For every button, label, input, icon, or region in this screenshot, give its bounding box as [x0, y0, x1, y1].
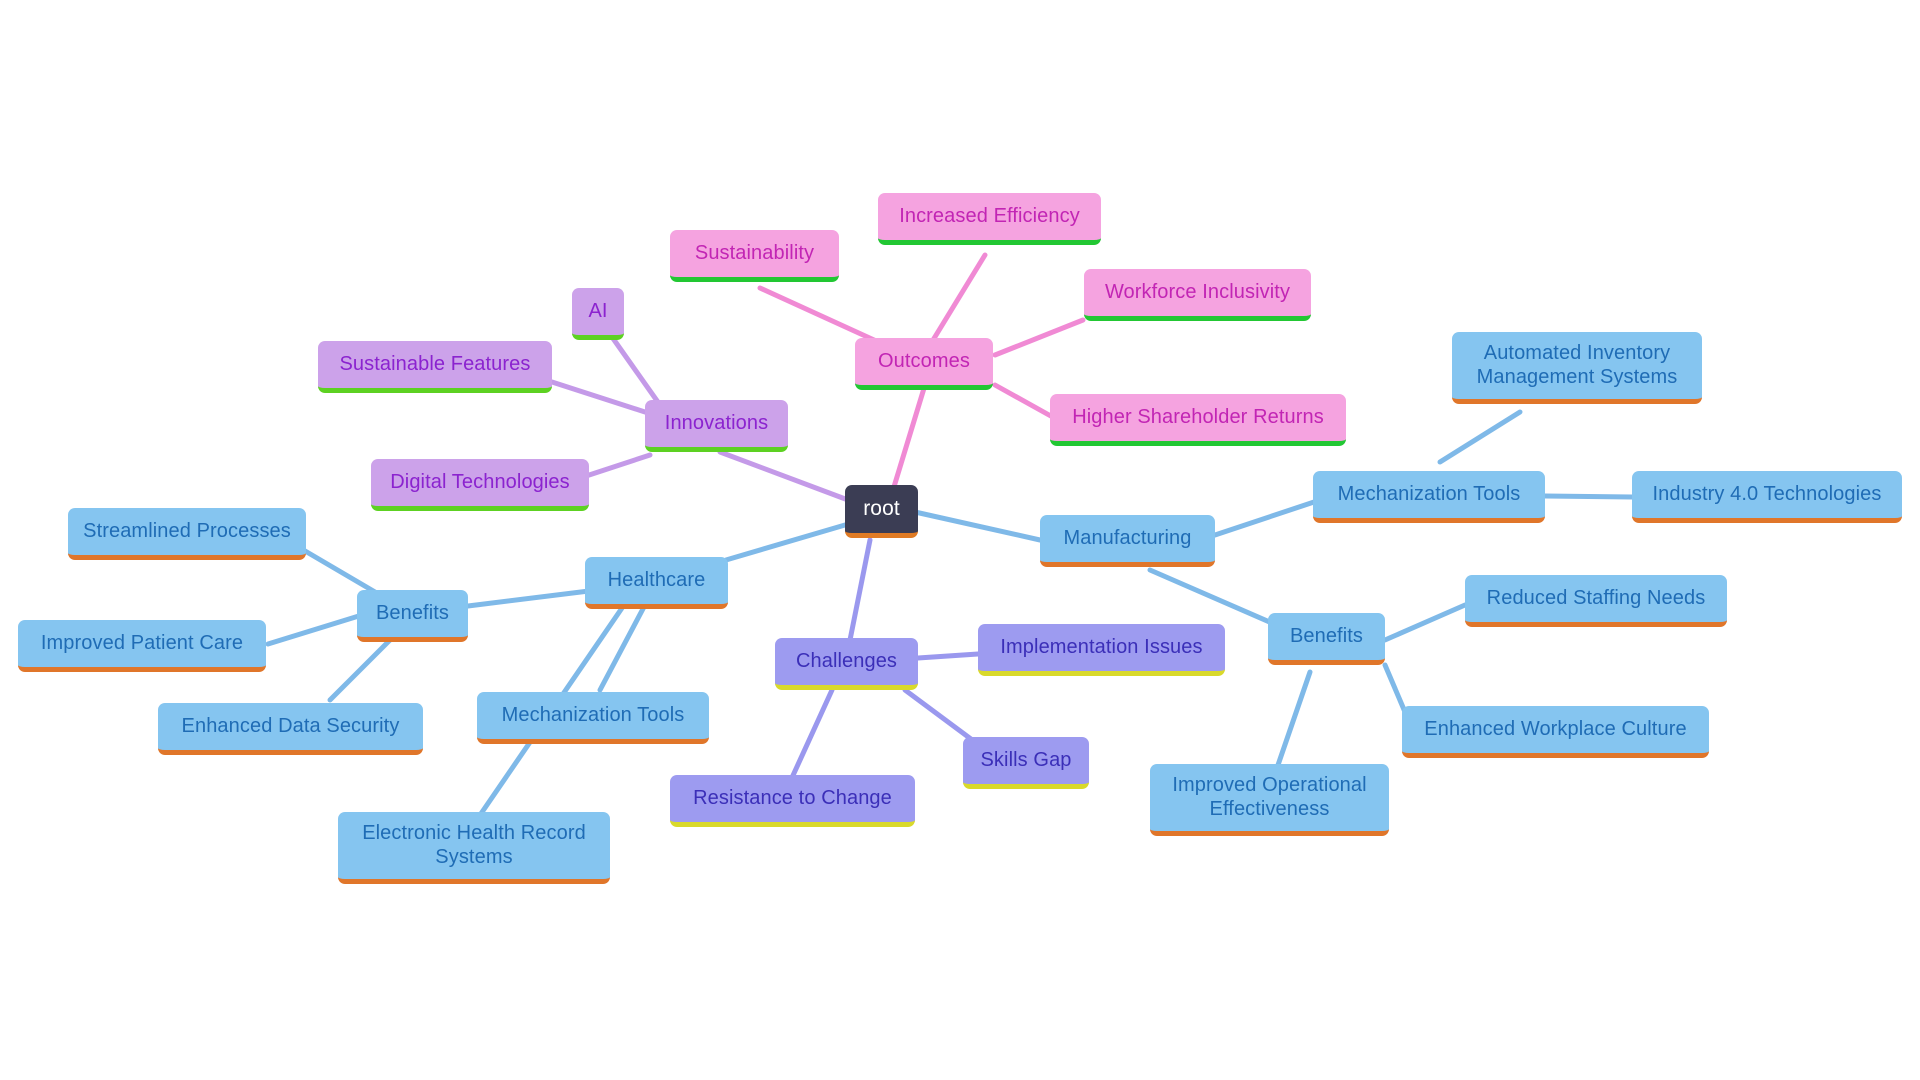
node-improved-patient-care-label: Improved Patient Care [40, 631, 244, 654]
node-higher-shareholder-returns-label: Higher Shareholder Returns [1072, 405, 1324, 428]
node-enhanced-workplace-culture-label: Enhanced Workplace Culture [1424, 717, 1687, 740]
node-healthcare-mechanization-tools[interactable]: Mechanization Tools [477, 692, 709, 744]
edge-challenges-skills-gap [902, 687, 978, 745]
node-sustainability[interactable]: Sustainability [670, 230, 839, 282]
node-industry-40-technologies-label: Industry 4.0 Technologies [1652, 482, 1882, 505]
node-root-label: root [863, 496, 900, 520]
edge-innovations-digital-technologies [577, 452, 653, 481]
edge-root-challenges [847, 537, 873, 643]
node-root[interactable]: root [845, 485, 918, 538]
node-sustainable-features-label: Sustainable Features [339, 352, 531, 375]
edge-root-innovations [717, 449, 851, 503]
node-healthcare-mechanization-tools-label: Mechanization Tools [501, 703, 685, 726]
edge-outcomes-workforce-inclusivity [992, 317, 1086, 358]
edge-mbenefits-reduced-staffing [1382, 602, 1468, 643]
node-workforce-inclusivity[interactable]: Workforce Inclusivity [1084, 269, 1311, 321]
node-workforce-inclusivity-label: Workforce Inclusivity [1104, 280, 1291, 303]
edge-benefits-improved-patient-care [265, 612, 365, 647]
edge-healthcare-mechanization-tools [597, 602, 648, 693]
mindmap-canvas: root Outcomes Increased Efficiency Susta… [0, 0, 1920, 1080]
edge-challenges-implementation-issues [915, 651, 981, 661]
node-enhanced-data-security-label: Enhanced Data Security [181, 714, 400, 737]
node-implementation-issues[interactable]: Implementation Issues [978, 624, 1225, 676]
edge-mbenefits-enhanced-workplace [1382, 662, 1408, 715]
node-manufacturing-benefits[interactable]: Benefits [1268, 613, 1385, 665]
node-manufacturing-mechanization-tools-label: Mechanization Tools [1337, 482, 1521, 505]
edge-healthcare-benefits [465, 587, 600, 609]
node-innovations-label: Innovations [664, 411, 769, 434]
edge-outcomes-increased-efficiency [927, 252, 988, 348]
node-healthcare-benefits-label: Benefits [375, 601, 450, 624]
node-manufacturing[interactable]: Manufacturing [1040, 515, 1215, 567]
edge-outcomes-higher-shareholder-returns [992, 382, 1061, 423]
node-skills-gap-label: Skills Gap [980, 748, 1072, 771]
node-reduced-staffing-needs-label: Reduced Staffing Needs [1486, 586, 1706, 609]
node-manufacturing-label: Manufacturing [1063, 526, 1192, 549]
node-sustainability-label: Sustainability [694, 241, 815, 264]
node-healthcare-label: Healthcare [607, 568, 706, 591]
edge-mbenefits-improved-operational [1275, 669, 1313, 768]
node-challenges-label: Challenges [795, 649, 898, 672]
edge-mechanization-automated-inventory [1437, 409, 1523, 465]
node-electronic-health-record-systems[interactable]: Electronic Health Record Systems [338, 812, 610, 884]
node-healthcare[interactable]: Healthcare [585, 557, 728, 609]
node-outcomes[interactable]: Outcomes [855, 338, 993, 390]
node-resistance-to-change-label: Resistance to Change [693, 786, 892, 809]
edge-outcomes-sustainability [757, 285, 888, 348]
node-digital-technologies-label: Digital Technologies [390, 470, 570, 493]
node-digital-technologies[interactable]: Digital Technologies [371, 459, 589, 511]
node-skills-gap[interactable]: Skills Gap [963, 737, 1089, 789]
edge-root-healthcare [723, 522, 848, 563]
node-electronic-health-record-systems-label: Electronic Health Record Systems [362, 822, 586, 868]
node-innovations[interactable]: Innovations [645, 400, 788, 452]
node-streamlined-processes-label: Streamlined Processes [83, 519, 291, 542]
edge-mechanization-industry40 [1542, 493, 1635, 500]
node-sustainable-features[interactable]: Sustainable Features [318, 341, 552, 393]
node-implementation-issues-label: Implementation Issues [1000, 635, 1203, 658]
node-higher-shareholder-returns[interactable]: Higher Shareholder Returns [1050, 394, 1346, 446]
node-improved-patient-care[interactable]: Improved Patient Care [18, 620, 266, 672]
edge-innovations-sustainable-features [549, 379, 648, 415]
node-improved-operational-effectiveness-label: Improved Operational Effectiveness [1172, 774, 1367, 820]
edge-manufacturing-mechanization-tools [1212, 497, 1323, 538]
node-reduced-staffing-needs[interactable]: Reduced Staffing Needs [1465, 575, 1727, 627]
node-manufacturing-benefits-label: Benefits [1289, 624, 1364, 647]
node-improved-operational-effectiveness[interactable]: Improved Operational Effectiveness [1150, 764, 1389, 836]
edge-root-manufacturing [912, 509, 1043, 543]
node-automated-inventory[interactable]: Automated Inventory Management Systems [1452, 332, 1702, 404]
node-manufacturing-mechanization-tools[interactable]: Mechanization Tools [1313, 471, 1545, 523]
node-ai[interactable]: AI [572, 288, 624, 340]
node-healthcare-benefits[interactable]: Benefits [357, 590, 468, 642]
node-challenges[interactable]: Challenges [775, 638, 918, 690]
edge-root-outcomes [890, 382, 928, 493]
node-industry-40-technologies[interactable]: Industry 4.0 Technologies [1632, 471, 1902, 523]
node-outcomes-label: Outcomes [878, 349, 970, 372]
node-increased-efficiency[interactable]: Increased Efficiency [878, 193, 1101, 245]
edge-benefits-streamlined-processes [297, 545, 378, 595]
node-resistance-to-change[interactable]: Resistance to Change [670, 775, 915, 827]
node-enhanced-data-security[interactable]: Enhanced Data Security [158, 703, 423, 755]
edge-benefits-enhanced-data-security [327, 637, 393, 703]
node-increased-efficiency-label: Increased Efficiency [899, 204, 1080, 227]
edge-challenges-resistance-to-change [787, 687, 835, 785]
node-streamlined-processes[interactable]: Streamlined Processes [68, 508, 306, 560]
node-ai-label: AI [588, 299, 608, 322]
node-enhanced-workplace-culture[interactable]: Enhanced Workplace Culture [1402, 706, 1709, 758]
node-automated-inventory-label: Automated Inventory Management Systems [1476, 342, 1678, 388]
